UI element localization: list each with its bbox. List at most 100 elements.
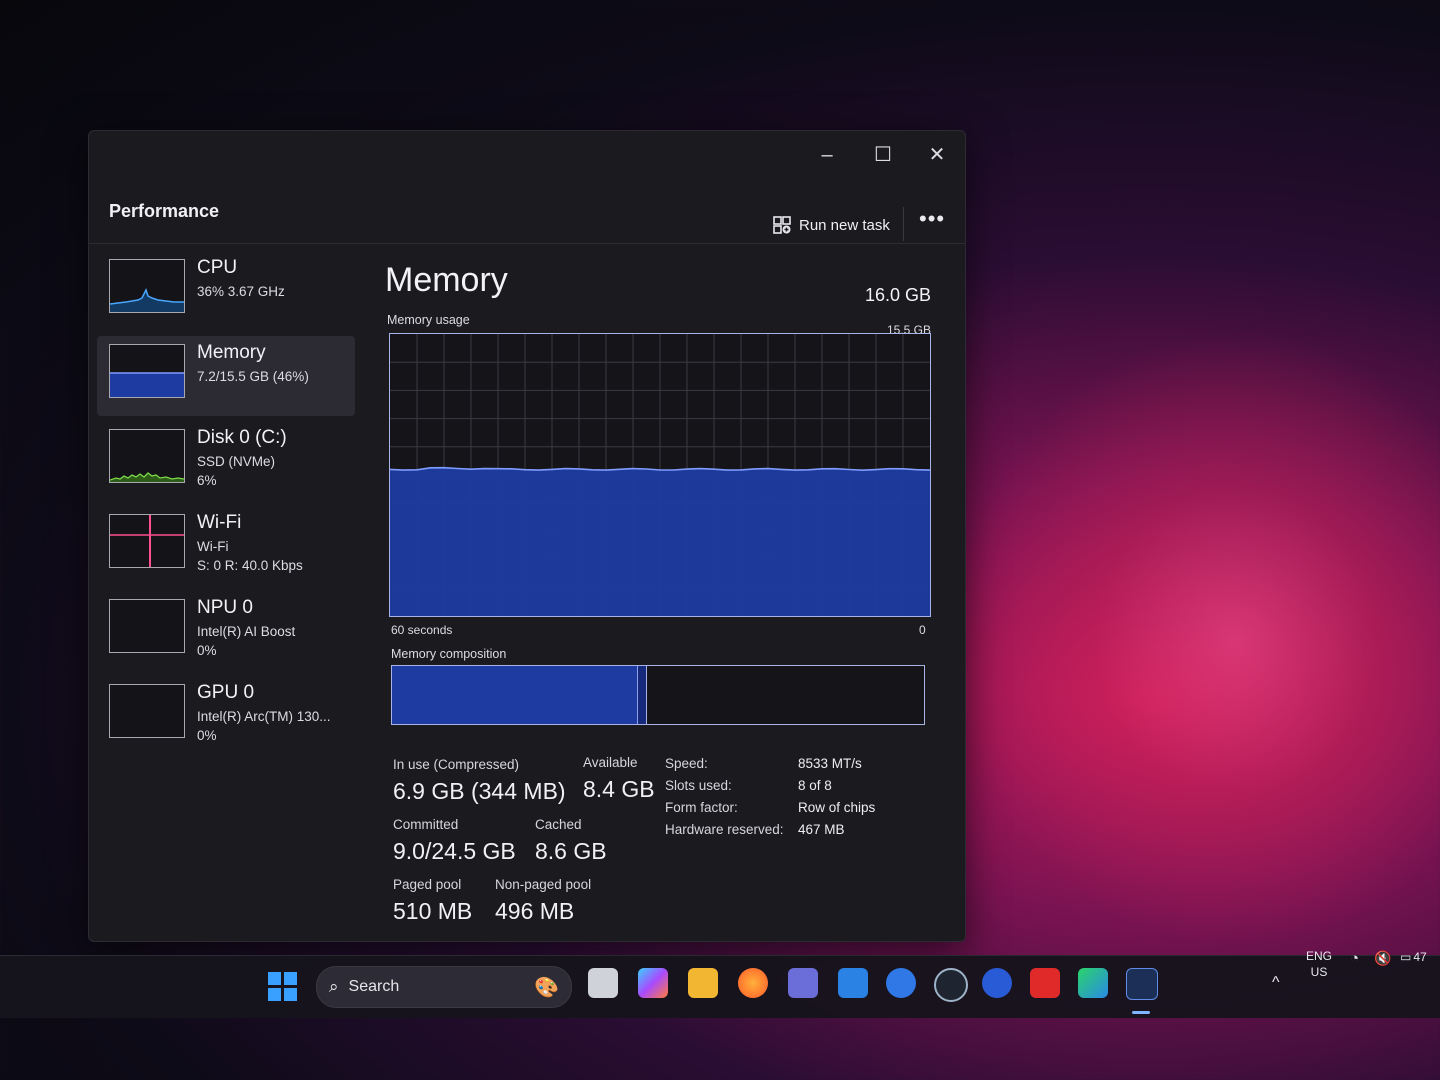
blue-app-icon[interactable] (886, 968, 916, 998)
more-options-button[interactable]: ••• (919, 208, 945, 230)
red-app-icon[interactable] (1030, 968, 1060, 998)
graph-axis-left: 60 seconds (391, 623, 453, 637)
spec-row-speed: Speed: 8533 MT/s (665, 753, 875, 775)
spec-value: 467 MB (798, 822, 845, 837)
composition-modified (638, 666, 647, 724)
region-code: US (1310, 965, 1328, 979)
search-highlight-icon: 🎨 (534, 977, 559, 999)
stat-paged-pool-value: 510 MB (393, 898, 473, 924)
stat-in-use-label: In use (Compressed) (393, 757, 520, 772)
spec-value: Row of chips (798, 800, 876, 815)
memory-heading: Memory (385, 261, 508, 299)
sidebar-npu-usage: 0% (197, 643, 217, 658)
memory-usage-label: Memory usage (387, 313, 470, 327)
memory-total: 16.0 GB (864, 285, 931, 305)
title-bar[interactable]: – ☐ ✕ (89, 131, 965, 181)
spec-row-form-factor: Form factor: Row of chips (665, 797, 875, 819)
stat-non-paged-pool: Non-paged pool 496 MB (495, 877, 591, 925)
stat-cached-label: Cached (535, 817, 582, 832)
stat-paged-pool-label: Paged pool (393, 877, 462, 892)
spec-key: Form factor: (665, 800, 738, 815)
graph-axis-right: 0 (919, 623, 926, 637)
stat-in-use: In use (Compressed) 6.9 GB (344 MB) (393, 757, 566, 805)
search-placeholder: Search (348, 978, 400, 995)
close-button[interactable]: ✕ (917, 139, 957, 171)
run-new-task-button[interactable]: Run new task (773, 211, 890, 239)
cpu-mini-graph (109, 259, 185, 313)
windows-logo-tile (268, 972, 281, 985)
npu-mini-graph (109, 599, 185, 653)
sidebar-gpu-title: GPU 0 (197, 682, 255, 703)
sidebar-cpu-detail: 36% 3.67 GHz (197, 284, 285, 299)
sidebar-wifi-throughput: S: 0 R: 40.0 Kbps (197, 558, 303, 573)
task-manager-icon[interactable] (1126, 968, 1158, 1000)
memory-composition-label: Memory composition (391, 647, 507, 661)
stat-available-label: Available (583, 755, 638, 770)
wallpaper (950, 330, 1440, 950)
sidebar-gpu-usage: 0% (197, 728, 217, 743)
minimize-button[interactable]: – (807, 139, 847, 171)
spec-row-slots: Slots used: 8 of 8 (665, 775, 875, 797)
sidebar-cpu-title: CPU (197, 257, 238, 278)
disk-mini-graph (109, 429, 185, 483)
sidebar-item-gpu[interactable]: GPU 0 Intel(R) Arc(TM) 130... 0% (97, 676, 355, 756)
stat-cached-value: 8.6 GB (535, 838, 607, 864)
stat-available-value: 8.4 GB (583, 776, 655, 802)
sidebar-item-wifi[interactable]: Wi-Fi Wi-Fi S: 0 R: 40.0 Kbps (97, 506, 355, 586)
run-new-task-label: Run new task (799, 216, 890, 234)
memory-composition-bar (391, 665, 925, 725)
firefox-icon[interactable] (738, 968, 768, 998)
file-explorer-icon[interactable] (688, 968, 718, 998)
windows-logo-tile (284, 972, 297, 985)
task-manager-window: – ☐ ✕ Performance Run new task ••• CPU 3… (88, 130, 966, 942)
stat-paged-pool: Paged pool 510 MB (393, 877, 472, 925)
stat-cached: Cached 8.6 GB (535, 817, 607, 865)
search-icon: ⌕ (329, 977, 339, 996)
stat-non-paged-pool-value: 496 MB (495, 898, 575, 924)
memory-usage-plot (389, 334, 931, 616)
start-button[interactable] (268, 972, 298, 1002)
outlook-icon[interactable] (838, 968, 868, 998)
wifi-icon[interactable]: ◔ (1350, 950, 1359, 967)
volume-muted-icon[interactable]: 🔇 (1374, 950, 1391, 967)
spec-row-hardware-reserved: Hardware reserved: 467 MB (665, 819, 875, 841)
play-store-icon[interactable] (1078, 968, 1108, 998)
teams-icon[interactable] (788, 968, 818, 998)
task-view-icon[interactable] (588, 968, 618, 998)
gpu-mini-graph (109, 684, 185, 738)
sidebar-wifi-title: Wi-Fi (197, 512, 242, 533)
memory-usage-graph (389, 333, 931, 617)
composition-in-use (392, 666, 638, 724)
stat-committed: Committed 9.0/24.5 GB (393, 817, 516, 865)
spec-value: 8 of 8 (798, 778, 832, 793)
sidebar-disk-title: Disk 0 (C:) (197, 427, 287, 448)
sidebar-gpu-name: Intel(R) Arc(TM) 130... (197, 709, 331, 724)
memory-mini-graph (109, 344, 185, 398)
language-indicator[interactable]: ENG US (1306, 948, 1332, 980)
maximize-button[interactable]: ☐ (863, 139, 903, 171)
wifi-mini-graph (109, 514, 185, 568)
copilot-icon[interactable] (638, 968, 668, 998)
circle-app-icon[interactable] (934, 968, 968, 1002)
sidebar-item-npu[interactable]: NPU 0 Intel(R) AI Boost 0% (97, 591, 355, 671)
sidebar-item-cpu[interactable]: CPU 36% 3.67 GHz (97, 251, 355, 331)
page-title: Performance (109, 201, 220, 221)
show-hidden-icons-chevron-icon[interactable]: ^ (1272, 974, 1280, 992)
sidebar-item-disk[interactable]: Disk 0 (C:) SSD (NVMe) 6% (97, 421, 355, 501)
spec-value: 8533 MT/s (798, 756, 862, 771)
memory-specs: Speed: 8533 MT/s Slots used: 8 of 8 Form… (665, 753, 875, 841)
sidebar-disk-usage: 6% (197, 473, 217, 488)
battery-icon: ▭ (1400, 950, 1412, 964)
header-divider (903, 207, 904, 241)
taskbar-search[interactable]: ⌕ Search 🎨 (316, 966, 572, 1008)
ring-app-icon[interactable] (982, 968, 1012, 998)
sidebar-memory-detail: 7.2/15.5 GB (46%) (197, 369, 309, 384)
spec-key: Speed: (665, 756, 708, 771)
sidebar-npu-title: NPU 0 (197, 597, 253, 618)
page-header: Performance Run new task ••• (89, 181, 965, 244)
taskbar: ⌕ Search 🎨 ^ ENG US ◔ 🔇 ▭ 47 (0, 949, 1440, 1018)
sidebar-item-memory[interactable]: Memory 7.2/15.5 GB (46%) (97, 336, 355, 416)
battery-status[interactable]: ▭ 47 (1400, 950, 1427, 964)
windows-logo-tile (268, 988, 281, 1001)
stat-committed-label: Committed (393, 817, 459, 832)
